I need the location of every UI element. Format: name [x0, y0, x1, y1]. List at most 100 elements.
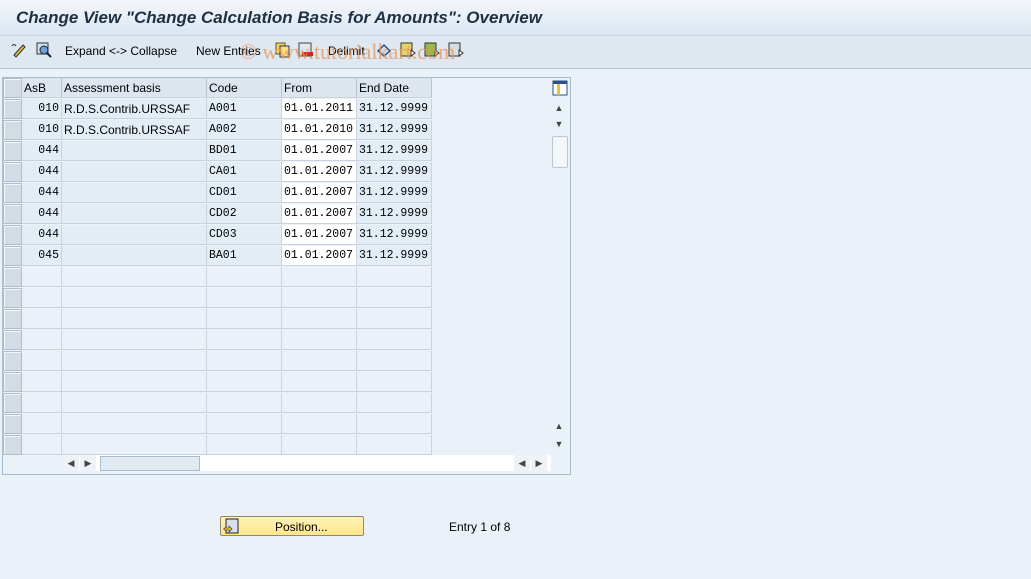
- cell-asb: [22, 393, 62, 413]
- row-selector-button[interactable]: [3, 183, 22, 203]
- select-all-icon[interactable]: [400, 42, 416, 58]
- cell-code: [207, 414, 282, 434]
- scroll-page-down-button[interactable]: ▼: [551, 436, 567, 452]
- position-button[interactable]: Position...: [220, 516, 364, 536]
- cell-end-date: 31.12.9999: [357, 99, 432, 119]
- cell-from[interactable]: 01.01.2007: [282, 141, 357, 161]
- cell-asb: [22, 309, 62, 329]
- vertical-scroll-thumb[interactable]: [552, 136, 568, 168]
- cell-code: [207, 309, 282, 329]
- row-selector-button[interactable]: [3, 246, 22, 266]
- cell-from: [282, 309, 357, 329]
- cell-asb: [22, 414, 62, 434]
- row-selector-button[interactable]: [3, 141, 22, 161]
- cell-code: A002: [207, 120, 282, 140]
- copy-icon[interactable]: [275, 42, 291, 58]
- table-row: [3, 435, 433, 456]
- row-selector-button[interactable]: [3, 120, 22, 140]
- new-entries-button[interactable]: New Entries: [196, 44, 261, 58]
- cell-end-date: [357, 414, 432, 434]
- cell-from[interactable]: 01.01.2011: [282, 99, 357, 119]
- cell-end-date: 31.12.9999: [357, 183, 432, 203]
- cell-code: CD01: [207, 183, 282, 203]
- scroll-left-button[interactable]: ◀: [63, 455, 79, 471]
- cell-end-date: [357, 372, 432, 392]
- row-selector-button[interactable]: [3, 162, 22, 182]
- column-header-asb[interactable]: AsB: [22, 78, 62, 98]
- scroll-up-button[interactable]: ▲: [551, 100, 567, 116]
- row-selector-button[interactable]: [3, 204, 22, 224]
- cell-asb: [22, 330, 62, 350]
- scroll-page-up-button[interactable]: ▲: [551, 418, 567, 434]
- table-settings-icon[interactable]: [552, 80, 568, 96]
- row-selector-button[interactable]: [3, 414, 22, 434]
- cell-end-date: [357, 435, 432, 455]
- table-row: 044 CA01 01.01.2007 31.12.9999: [3, 162, 433, 183]
- undo-icon[interactable]: [376, 42, 392, 58]
- cell-end-date: [357, 309, 432, 329]
- row-selector-button[interactable]: [3, 288, 22, 308]
- cell-code: CD03: [207, 225, 282, 245]
- select-all-rows-button[interactable]: [3, 78, 22, 98]
- row-selector-button[interactable]: [3, 330, 22, 350]
- vertical-scrollbar[interactable]: ▲ ▼ ▲ ▼: [551, 98, 569, 454]
- row-selector-button[interactable]: [3, 309, 22, 329]
- row-selector-button[interactable]: [3, 435, 22, 455]
- cell-end-date: 31.12.9999: [357, 120, 432, 140]
- cell-assessment-basis: [62, 141, 207, 161]
- cell-code: A001: [207, 99, 282, 119]
- column-header-from[interactable]: From: [282, 78, 357, 98]
- cell-code: BD01: [207, 141, 282, 161]
- cell-from[interactable]: 01.01.2007: [282, 225, 357, 245]
- cell-code: [207, 393, 282, 413]
- scroll-left-end-button[interactable]: ◀: [514, 455, 530, 471]
- delete-icon[interactable]: [298, 42, 314, 58]
- scroll-down-button[interactable]: ▼: [551, 116, 567, 132]
- cell-assessment-basis: [62, 183, 207, 203]
- position-button-label: Position...: [275, 520, 328, 534]
- cell-asb: 010: [22, 99, 62, 119]
- cell-asb: [22, 435, 62, 455]
- cell-assessment-basis: [62, 204, 207, 224]
- select-block-icon[interactable]: [424, 42, 440, 58]
- cell-from[interactable]: 01.01.2007: [282, 246, 357, 266]
- cell-from[interactable]: 01.01.2007: [282, 162, 357, 182]
- cell-asb: [22, 372, 62, 392]
- scroll-right-end-button[interactable]: ▶: [531, 455, 547, 471]
- cell-end-date: [357, 288, 432, 308]
- cell-asb: 044: [22, 204, 62, 224]
- delimit-button[interactable]: Delimit: [328, 44, 365, 58]
- row-selector-button[interactable]: [3, 393, 22, 413]
- row-selector-button[interactable]: [3, 99, 22, 119]
- column-header-end-date[interactable]: End Date: [357, 78, 432, 98]
- cell-assessment-basis: [62, 288, 207, 308]
- cell-code: [207, 351, 282, 371]
- horizontal-scrollbar[interactable]: ◀ ▶ ◀ ▶: [63, 455, 551, 471]
- row-selector-button[interactable]: [3, 372, 22, 392]
- cell-assessment-basis: [62, 267, 207, 287]
- cell-assessment-basis: [62, 372, 207, 392]
- details-icon[interactable]: [36, 42, 52, 58]
- entry-counter: Entry 1 of 8: [449, 520, 511, 534]
- cell-from[interactable]: 01.01.2007: [282, 204, 357, 224]
- table-row: 044 CD03 01.01.2007 31.12.9999: [3, 225, 433, 246]
- cell-assessment-basis: R.D.S.Contrib.URSSAF: [62, 99, 207, 119]
- cell-from: [282, 414, 357, 434]
- cell-end-date: [357, 330, 432, 350]
- column-header-assessment-basis[interactable]: Assessment basis: [62, 78, 207, 98]
- expand-collapse-button[interactable]: Expand <-> Collapse: [65, 44, 177, 58]
- row-selector-button[interactable]: [3, 225, 22, 245]
- cell-from[interactable]: 01.01.2007: [282, 183, 357, 203]
- row-selector-button[interactable]: [3, 267, 22, 287]
- cell-end-date: 31.12.9999: [357, 246, 432, 266]
- table-row: [3, 372, 433, 393]
- table-row: 044 CD01 01.01.2007 31.12.9999: [3, 183, 433, 204]
- deselect-all-icon[interactable]: [448, 42, 464, 58]
- cell-from[interactable]: 01.01.2010: [282, 120, 357, 140]
- cell-assessment-basis: [62, 309, 207, 329]
- display-change-icon[interactable]: [11, 42, 27, 58]
- horizontal-scroll-thumb[interactable]: [100, 456, 200, 471]
- row-selector-button[interactable]: [3, 351, 22, 371]
- scroll-right-button[interactable]: ▶: [80, 455, 96, 471]
- column-header-code[interactable]: Code: [207, 78, 282, 98]
